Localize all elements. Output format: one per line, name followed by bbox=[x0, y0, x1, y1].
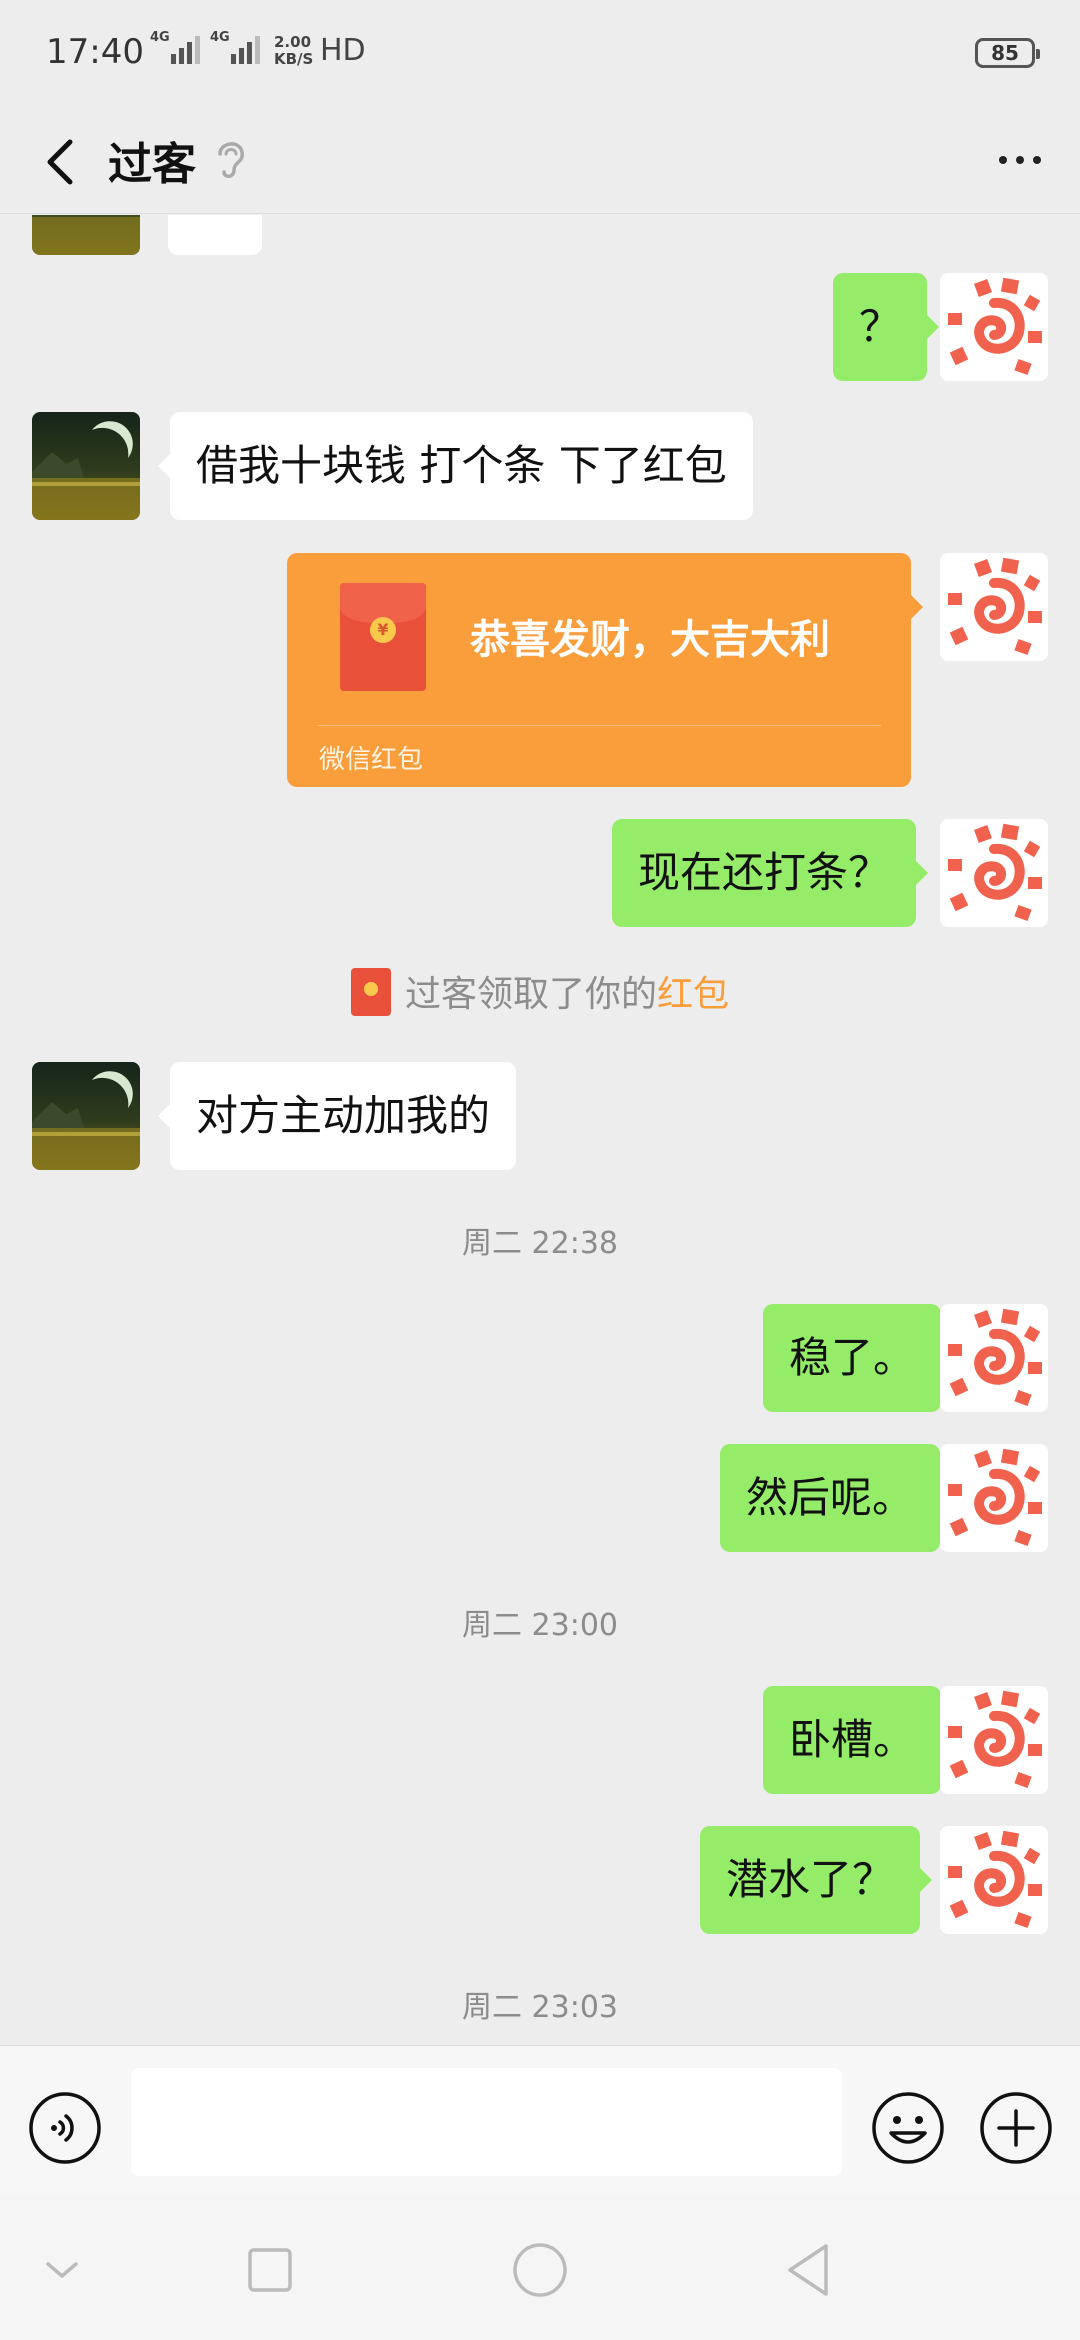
speed-value: 2.00 bbox=[274, 33, 312, 51]
back-arrow-icon bbox=[47, 139, 73, 185]
message-bubble-outgoing[interactable]: 现在还打条？ bbox=[612, 819, 929, 927]
timestamp: 周二 22:38 bbox=[462, 1226, 618, 1261]
message-input[interactable] bbox=[131, 2068, 842, 2176]
message-bubble-outgoing[interactable]: 然后呢。 bbox=[720, 1444, 953, 1552]
self-avatar[interactable] bbox=[940, 1826, 1048, 1934]
emoji-icon[interactable] bbox=[871, 2091, 945, 2165]
avatar-image bbox=[940, 1444, 1048, 1552]
self-avatar[interactable] bbox=[940, 1304, 1048, 1412]
timestamp: 周二 23:03 bbox=[462, 1990, 618, 2025]
avatar-image bbox=[32, 412, 140, 520]
system-nav-bar bbox=[0, 2195, 1080, 2340]
chat-header: 过客 bbox=[0, 110, 1080, 214]
avatar-image bbox=[940, 1826, 1048, 1934]
self-avatar[interactable] bbox=[940, 819, 1048, 927]
red-packet-title: 恭喜发财，大吉大利 bbox=[470, 617, 830, 663]
red-packet-icon: ¥ bbox=[340, 583, 426, 691]
nav-home-icon[interactable] bbox=[510, 2240, 570, 2300]
status-bar: 17:40 4G 4G 2.00 KB/S HD 85 bbox=[0, 0, 1080, 110]
contact-avatar[interactable] bbox=[32, 412, 140, 520]
system-notice: 过客领取了你的红包 bbox=[0, 965, 1080, 1020]
hd-indicator: HD bbox=[320, 33, 366, 68]
contact-avatar[interactable] bbox=[32, 1062, 140, 1170]
more-icon bbox=[999, 156, 1007, 164]
plus-icon[interactable] bbox=[979, 2091, 1053, 2165]
timestamp: 周二 23:00 bbox=[462, 1608, 618, 1643]
more-button[interactable] bbox=[990, 140, 1050, 180]
self-avatar[interactable] bbox=[940, 273, 1048, 381]
chat-area[interactable]: ？ 借我十块钱 打个条 下了红包 ¥ 恭喜发财，大吉大利 微信红包 现在还打条？… bbox=[0, 215, 1080, 2045]
self-avatar[interactable] bbox=[940, 1444, 1048, 1552]
signal-icon: 4G bbox=[210, 30, 260, 66]
speed-unit: KB/S bbox=[274, 50, 314, 68]
nav-recents-icon[interactable] bbox=[240, 2240, 300, 2300]
red-packet-link[interactable]: 红包 bbox=[657, 974, 729, 1015]
ear-icon bbox=[218, 142, 244, 178]
message-bubble-outgoing[interactable]: 潜水了？ bbox=[700, 1826, 933, 1934]
nav-back-icon[interactable] bbox=[780, 2240, 840, 2300]
red-packet-label: 微信红包 bbox=[319, 745, 424, 775]
avatar-image bbox=[940, 1686, 1048, 1794]
network-speed: 2.00 KB/S bbox=[274, 34, 313, 68]
input-bar bbox=[0, 2045, 1080, 2195]
message-bubble-incoming[interactable]: 对方主动加我的 bbox=[157, 1062, 517, 1170]
avatar-image bbox=[32, 1062, 140, 1170]
message-bubble-incoming[interactable] bbox=[168, 215, 262, 255]
avatar-image bbox=[940, 553, 1048, 661]
voice-icon[interactable] bbox=[28, 2091, 102, 2165]
red-packet-card[interactable]: ¥ 恭喜发财，大吉大利 微信红包 bbox=[287, 553, 923, 787]
message-bubble-outgoing[interactable]: 卧槽。 bbox=[763, 1686, 954, 1794]
status-time: 17:40 bbox=[46, 32, 144, 72]
message-bubble-incoming[interactable]: 借我十块钱 打个条 下了红包 bbox=[158, 412, 753, 520]
back-button[interactable] bbox=[34, 132, 94, 192]
contact-avatar[interactable] bbox=[32, 215, 140, 255]
self-avatar[interactable] bbox=[940, 553, 1048, 661]
signal-label: 4G bbox=[210, 30, 230, 45]
system-notice-text: 过客领取了你的 bbox=[404, 974, 657, 1015]
self-avatar[interactable] bbox=[940, 1686, 1048, 1794]
red-packet-icon bbox=[350, 968, 391, 1016]
message-bubble-outgoing[interactable]: ？ bbox=[833, 273, 940, 381]
chat-title: 过客 bbox=[108, 139, 196, 190]
network-indicators: 4G 4G bbox=[150, 30, 260, 66]
avatar-image bbox=[940, 273, 1048, 381]
message-bubble-outgoing[interactable]: 稳了。 bbox=[763, 1304, 954, 1412]
avatar-image bbox=[940, 1304, 1048, 1412]
battery-icon: 85 bbox=[975, 38, 1040, 68]
nav-hide-icon[interactable] bbox=[32, 2240, 92, 2300]
avatar-image bbox=[940, 819, 1048, 927]
signal-icon: 4G bbox=[150, 30, 200, 66]
divider bbox=[317, 725, 881, 726]
signal-label: 4G bbox=[150, 30, 170, 45]
